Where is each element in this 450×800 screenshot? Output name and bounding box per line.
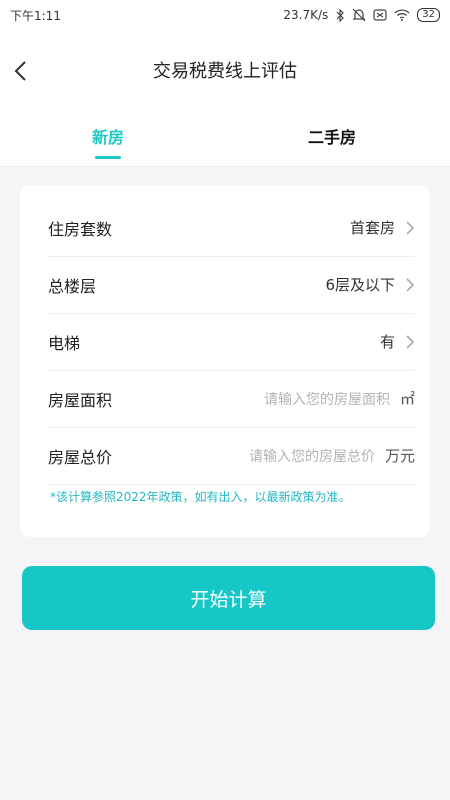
housing-count-row[interactable]: 住房套数 首套房 xyxy=(48,199,415,257)
tab-bar: 新房 二手房 xyxy=(0,112,450,167)
total-price-unit: 万元 xyxy=(384,447,415,465)
start-calculation-button[interactable]: 开始计算 xyxy=(22,566,435,630)
chevron-right-icon xyxy=(406,220,415,235)
house-area-unit: ㎡ xyxy=(399,390,415,408)
bluetooth-icon xyxy=(335,8,345,22)
status-indicators: 23.7K/s 32 xyxy=(283,8,440,22)
housing-count-value: 首套房 xyxy=(349,219,395,237)
total-floors-value: 6层及以下 xyxy=(325,276,395,294)
tab-second-hand-house-label: 二手房 xyxy=(307,128,356,147)
elevator-value: 有 xyxy=(379,333,395,351)
chevron-right-icon xyxy=(406,334,415,349)
tab-second-hand-house[interactable]: 二手房 xyxy=(262,124,402,164)
total-floors-row[interactable]: 总楼层 6层及以下 xyxy=(48,256,415,314)
active-tab-indicator xyxy=(95,156,121,159)
tab-new-house[interactable]: 新房 xyxy=(38,124,178,164)
total-floors-label: 总楼层 xyxy=(48,276,97,296)
total-price-input[interactable]: 请输入您的房屋总价 xyxy=(249,446,375,466)
policy-note: *该计算参照2022年政策，如有出入，以最新政策为准。 xyxy=(50,490,351,504)
form-card: 住房套数 首套房 总楼层 6层及以下 电梯 有 房屋面积 请输入您的房屋面积 ㎡… xyxy=(20,185,430,537)
house-area-label: 房屋面积 xyxy=(48,390,113,410)
tab-new-house-label: 新房 xyxy=(91,128,124,147)
house-area-input[interactable]: 请输入您的房屋面积 xyxy=(264,389,390,409)
sim-card-icon xyxy=(373,9,387,21)
chevron-right-icon xyxy=(406,277,415,292)
total-price-row: 房屋总价 请输入您的房屋总价 万元 xyxy=(48,427,415,485)
wifi-icon xyxy=(394,9,410,21)
total-price-label: 房屋总价 xyxy=(48,447,113,467)
house-area-row: 房屋面积 请输入您的房屋面积 ㎡ xyxy=(48,370,415,428)
status-bar: 下午1:11 23.7K/s 32 xyxy=(0,0,450,30)
nav-bar: 交易税费线上评估 xyxy=(0,30,450,112)
page-title: 交易税费线上评估 xyxy=(153,61,297,82)
elevator-row[interactable]: 电梯 有 xyxy=(48,313,415,371)
mute-bell-icon xyxy=(352,8,366,22)
elevator-label: 电梯 xyxy=(48,333,81,353)
network-speed: 23.7K/s xyxy=(283,8,329,22)
housing-count-label: 住房套数 xyxy=(48,219,113,239)
status-time: 下午1:11 xyxy=(10,8,61,23)
battery-indicator: 32 xyxy=(417,8,440,22)
